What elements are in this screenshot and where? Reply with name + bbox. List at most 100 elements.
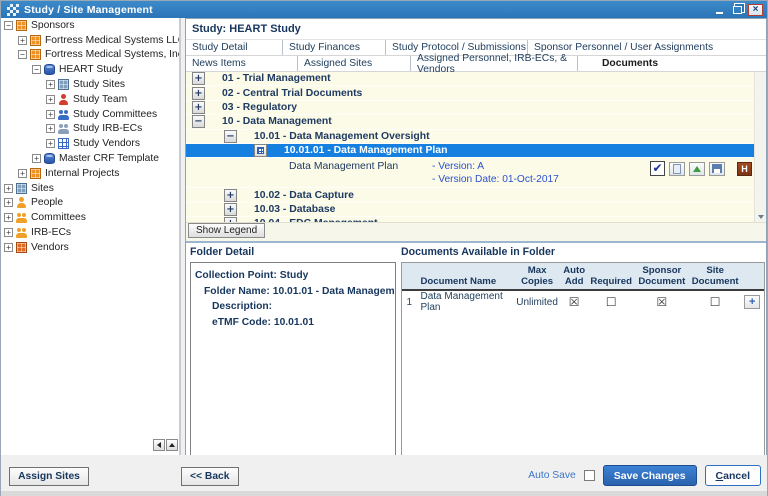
tree-item-label: Committees [31,212,86,223]
tree-toggle-icon[interactable]: + [4,198,13,207]
tree-toggle-icon[interactable]: − [32,65,41,74]
required-checkbox[interactable]: ☐ [606,295,617,309]
tree-item-fortress-llc[interactable]: +Fortress Medical Systems LLC [1,33,179,48]
folder-detail-field: eTMF Code: 10.01.01 [191,315,395,331]
study-detail-panel: Study: HEART Study Study Detail Study Fi… [185,18,767,455]
auto-save-label: Auto Save [528,470,576,481]
tree-item-vendors[interactable]: +Vendors [1,240,179,255]
doc-tree-scrollbar[interactable] [754,72,766,222]
footer-bar: Assign Sites << Back Auto Save Save Chan… [1,455,767,491]
col-sponsor-document: Sponsor Document [634,265,690,287]
tree-toggle-icon[interactable]: + [4,228,13,237]
collapse-icon[interactable]: − [192,115,205,128]
folder-row[interactable]: +10.02 - Data Capture [186,188,766,202]
view-document-icon[interactable] [669,162,685,176]
tab-assigned-sites[interactable]: Assigned Sites [298,56,411,71]
tree-item-label: Study Sites [73,79,125,90]
tree-item-master-crf-template[interactable]: +Master CRF Template [1,151,179,166]
minimize-button[interactable] [712,4,727,16]
folder-row[interactable]: −10.01 - Data Management Oversight [186,130,766,144]
tree-item-label: HEART Study [59,64,123,75]
tab-assigned-personnel[interactable]: Assigned Personnel, IRB-ECs, & Vendors [411,56,578,71]
internal-projects-building-icon [30,168,41,179]
tree-item-study-irb-ecs[interactable]: +Study IRB-ECs [1,122,179,137]
expand-icon[interactable]: + [224,189,237,202]
tree-toggle-icon[interactable]: + [46,110,55,119]
tab-study-detail[interactable]: Study Detail [186,40,283,55]
assign-sites-button[interactable]: Assign Sites [9,467,89,486]
col-site-document: Site Document [690,265,741,287]
expand-icon[interactable]: + [192,101,205,114]
folder-row[interactable]: +02 - Central Trial Documents [186,86,766,100]
tree-item-heart-study[interactable]: − HEART Study [1,62,179,77]
title-bar: Study / Site Management × [1,1,767,18]
document-detail-row[interactable]: Data Management Plan - Version: A - Vers… [186,158,766,188]
tree-toggle-icon[interactable]: − [4,21,13,30]
study-site-management-window: Study / Site Management × −Sponsors +For… [0,0,768,496]
restore-button[interactable] [730,4,745,16]
collapse-icon[interactable]: − [224,130,237,143]
save-changes-button[interactable]: Save Changes [603,465,697,486]
tree-item-study-vendors[interactable]: +Study Vendors [1,136,179,151]
save-document-icon[interactable] [709,162,725,176]
auto-save-checkbox[interactable] [584,470,595,481]
expand-icon[interactable]: + [192,87,205,100]
app-logo-icon [7,4,19,16]
cancel-button[interactable]: Cancel [705,465,761,486]
folder-row[interactable]: +10.03 - Database [186,203,766,217]
scroll-down-icon[interactable] [758,215,764,219]
tree-toggle-icon[interactable]: + [46,80,55,89]
folder-row[interactable]: −10 - Data Management [186,115,766,129]
col-max-copies: Max Copies [514,265,559,287]
tree-item-irb-ecs[interactable]: +IRB-ECs [1,225,179,240]
collapse-left-icon[interactable] [153,439,165,451]
tree-toggle-icon[interactable]: + [4,243,13,252]
folder-row[interactable]: +03 - Regulatory [186,101,766,115]
tree-toggle-icon[interactable]: + [32,154,41,163]
tree-item-sites[interactable]: + Sites [1,181,179,196]
show-legend-button[interactable]: Show Legend [188,223,265,238]
tree-item-internal-projects[interactable]: +Internal Projects [1,166,179,181]
close-button[interactable]: × [748,4,763,16]
folder-row[interactable]: +01 - Trial Management [186,72,766,86]
expand-icon[interactable]: + [224,217,237,223]
tree-toggle-icon[interactable]: + [18,36,27,45]
sponsor-document-checkbox[interactable]: ☒ [656,295,667,309]
tree-item-fortress-inc[interactable]: −Fortress Medical Systems, Inc [1,48,179,63]
history-icon[interactable]: H [737,162,752,176]
expand-icon[interactable]: + [224,203,237,216]
tree-item-study-sites[interactable]: + Study Sites [1,77,179,92]
document-checkbox[interactable]: ✔ [650,161,665,176]
tree-item-study-team[interactable]: +Study Team [1,92,179,107]
tree-toggle-icon[interactable]: + [4,213,13,222]
folder-row[interactable]: +10.04 - EDC Management [186,217,766,223]
add-document-button[interactable]: + [744,295,760,309]
col-auto-add: Auto Add [560,265,589,287]
tree-item-label: Sites [31,183,54,194]
tab-study-finances[interactable]: Study Finances [283,40,386,55]
expand-icon[interactable]: + [192,72,205,85]
tab-news-items[interactable]: News Items [186,56,298,71]
tree-item-sponsors[interactable]: −Sponsors [1,18,179,33]
back-button[interactable]: << Back [181,467,239,486]
tree-toggle-icon[interactable]: − [18,50,27,59]
tree-toggle-icon[interactable]: + [18,169,27,178]
site-document-checkbox[interactable]: ☐ [710,295,721,309]
tree-item-committees[interactable]: + Committees [1,210,179,225]
tree-toggle-icon[interactable]: + [46,124,55,133]
document-actions: ✔ H [650,161,752,176]
tree-toggle-icon[interactable]: + [46,139,55,148]
folder-row-selected[interactable]: 10.01.01 - Data Management Plan [186,144,766,158]
tab-documents[interactable]: Documents [578,56,766,71]
tree-toggle-icon[interactable]: + [46,95,55,104]
window-title: Study / Site Management [24,4,712,16]
tree-toggle-icon[interactable]: + [4,184,13,193]
col-document-name: Document Name [416,276,514,287]
upload-document-icon[interactable] [689,162,705,176]
folder-document-icon[interactable] [254,144,267,157]
collapse-up-icon[interactable] [166,439,178,451]
tree-item-study-committees[interactable]: +Study Committees [1,107,179,122]
auto-add-checkbox[interactable]: ☒ [569,295,580,309]
navigation-tree-panel: −Sponsors +Fortress Medical Systems LLC … [1,18,181,455]
tree-item-people[interactable]: +People [1,196,179,211]
